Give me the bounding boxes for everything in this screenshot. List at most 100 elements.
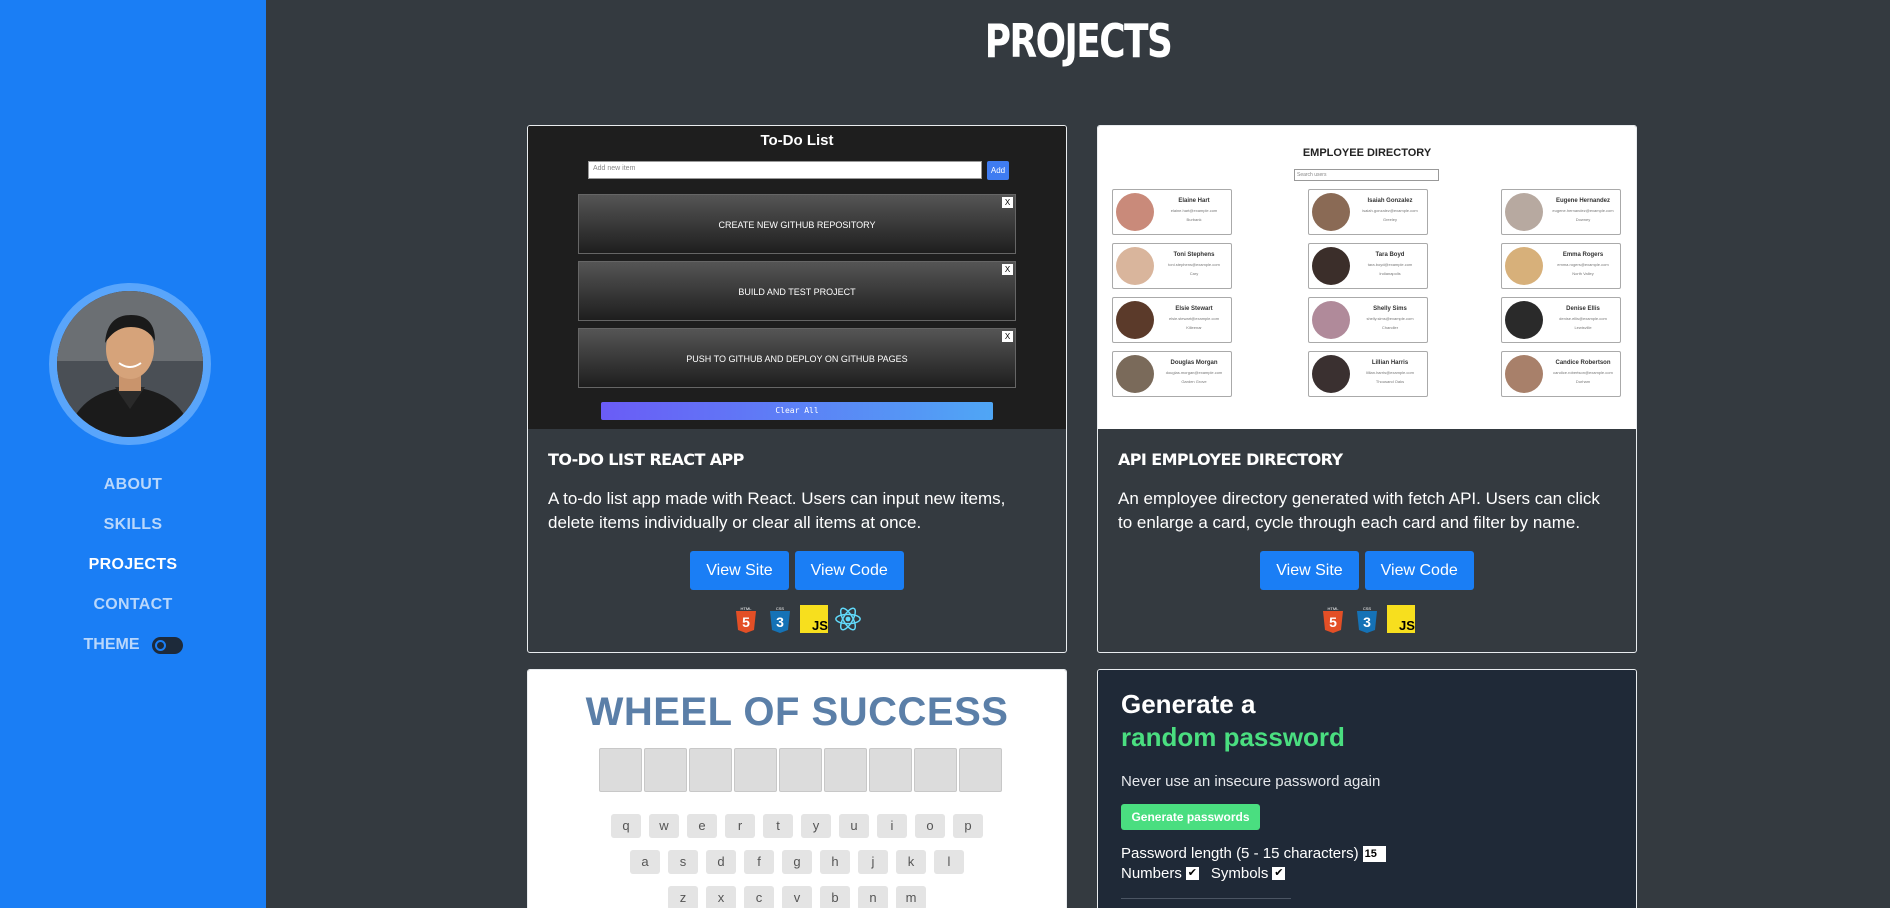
employee-name: Isaiah Gonzalez: [1367, 198, 1413, 204]
key-w: w: [649, 814, 679, 838]
employee-name: Eugene Hernandez: [1555, 198, 1610, 204]
todo-heading: To-Do List: [760, 132, 834, 149]
employee-name: Toni Stephens: [1173, 252, 1215, 258]
project-screenshot-todo[interactable]: To-Do List Add new item Add CREATE NEW G…: [528, 126, 1066, 429]
employee-city: Greeley: [1382, 217, 1397, 222]
theme-toggle[interactable]: [151, 636, 183, 654]
employee-email: tara.boyd@example.com: [1367, 262, 1413, 267]
employee-email: lillian.harris@example.com: [1366, 370, 1414, 375]
project-card-directory: EMPLOYEE DIRECTORY Search users Elaine H…: [1097, 125, 1637, 653]
letter-slot: [869, 748, 912, 792]
todo-delete-icon: X: [1002, 197, 1013, 208]
numbers-label: Numbers: [1121, 865, 1182, 882]
key-y: y: [801, 814, 831, 838]
employee-name: Elsie Stewart: [1175, 306, 1213, 312]
password-subtitle: Never use an insecure password again: [1121, 773, 1381, 790]
svg-text:JS: JS: [812, 618, 828, 633]
numbers-checkbox: ✔: [1185, 867, 1199, 880]
divider: [1121, 898, 1291, 899]
employee-city: Indianapolis: [1379, 271, 1401, 276]
keyboard-row: qwertyuiop: [611, 814, 983, 838]
employee-email: candice.robertson@example.com: [1553, 370, 1613, 375]
toggle-knob: [154, 639, 166, 651]
nav-item-about[interactable]: ABOUT: [0, 465, 266, 505]
employee-photo: [1505, 247, 1543, 285]
todo-item-label: PUSH TO GITHUB AND DEPLOY ON GITHUB PAGE…: [686, 354, 908, 364]
employee-city: Cary: [1189, 271, 1199, 276]
view-site-button[interactable]: View Site: [690, 551, 789, 590]
employee-email: toni.stephens@example.com: [1168, 262, 1220, 267]
svg-text:JS: JS: [1399, 618, 1415, 633]
employee-card-preview: Shelly Sims shelly.sims@example.com Chandl…: [1308, 297, 1428, 343]
key-n: n: [858, 886, 888, 908]
employee-city: Killeenar: [1186, 325, 1202, 330]
view-code-button[interactable]: View Code: [1364, 551, 1474, 590]
employee-photo: [1312, 355, 1350, 393]
todo-add-preview: Add: [987, 161, 1009, 180]
employee-name: Shelly Sims: [1373, 306, 1407, 312]
employee-email: elsie.stewart@example.com: [1168, 316, 1220, 321]
employee-card-preview: Elsie Stewart elsie.stewart@example.com Ki…: [1112, 297, 1232, 343]
javascript-icon: JS: [800, 604, 828, 633]
letter-slot: [959, 748, 1002, 792]
svg-text:CSS: CSS: [776, 606, 785, 611]
key-f: f: [744, 850, 774, 874]
employee-name: Emma Rogers: [1562, 252, 1604, 258]
css3-icon: CSS 3: [766, 604, 794, 633]
svg-text:5: 5: [1329, 614, 1337, 630]
nav-item-skills[interactable]: SKILLS: [0, 505, 266, 545]
key-x: x: [706, 886, 736, 908]
key-b: b: [820, 886, 850, 908]
view-site-button[interactable]: View Site: [1260, 551, 1359, 590]
letter-slot: [599, 748, 642, 792]
css3-icon: CSS 3: [1353, 604, 1381, 633]
key-m: m: [896, 886, 926, 908]
project-card-password: Generate a random password Never use an …: [1097, 669, 1637, 908]
employee-photo: [1505, 193, 1543, 231]
key-l: l: [934, 850, 964, 874]
key-t: t: [763, 814, 793, 838]
key-v: v: [782, 886, 812, 908]
employee-city: Garden Grove: [1181, 379, 1207, 384]
employee-photo: [1312, 193, 1350, 231]
page-title: PROJECTS: [984, 14, 1173, 68]
project-screenshot-password[interactable]: Generate a random password Never use an …: [1098, 670, 1636, 908]
svg-text:HTML: HTML: [1328, 606, 1340, 611]
view-code-button[interactable]: View Code: [794, 551, 904, 590]
html5-icon: HTML 5: [732, 604, 760, 633]
theme-row: THEME: [0, 625, 266, 665]
keyboard-row: zxcvbnm: [668, 886, 926, 908]
letter-slot: [644, 748, 687, 792]
employee-photo: [1116, 193, 1154, 231]
key-d: d: [706, 850, 736, 874]
key-c: c: [744, 886, 774, 908]
project-screenshot-directory[interactable]: EMPLOYEE DIRECTORY Search users Elaine H…: [1098, 126, 1636, 429]
employee-photo: [1312, 247, 1350, 285]
todo-item-preview: BUILD AND TEST PROJECT X: [578, 261, 1016, 321]
employee-city: Downey: [1575, 217, 1591, 222]
symbols-checkbox: ✔: [1272, 867, 1286, 880]
nav-item-contact[interactable]: CONTACT: [0, 585, 266, 625]
todo-input-preview: Add new item: [588, 161, 982, 179]
nav-item-projects[interactable]: PROJECTS: [0, 545, 266, 585]
key-u: u: [839, 814, 869, 838]
key-e: e: [687, 814, 717, 838]
sidebar: ABOUT SKILLS PROJECTS CONTACT THEME: [0, 0, 266, 908]
tech-badges: HTML 5 CSS 3 JS: [548, 604, 1046, 633]
key-k: k: [896, 850, 926, 874]
employee-name: Elaine Hart: [1178, 198, 1210, 204]
project-title: TO-DO LIST REACT APP: [548, 450, 744, 469]
theme-label: THEME: [83, 636, 140, 653]
employee-photo: [1312, 301, 1350, 339]
letter-slot: [779, 748, 822, 792]
avatar-ring: [49, 283, 211, 445]
todo-item-label: CREATE NEW GITHUB REPOSITORY: [718, 220, 876, 230]
wheel-heading: WHEEL OF SUCCESS: [585, 690, 1009, 734]
password-options-row: Numbers ✔ Symbols ✔: [1121, 865, 1293, 882]
svg-text:HTML: HTML: [741, 606, 753, 611]
project-screenshot-wheel[interactable]: WHEEL OF SUCCESS qwertyuiop asdfghjkl zxcv…: [528, 670, 1066, 908]
key-s: s: [668, 850, 698, 874]
employee-card-preview: Elaine Hart elaine.hart@example.com Burban…: [1112, 189, 1232, 235]
employee-name: Lillian Harris: [1371, 360, 1409, 366]
keyboard-row: asdfghjkl: [630, 850, 964, 874]
